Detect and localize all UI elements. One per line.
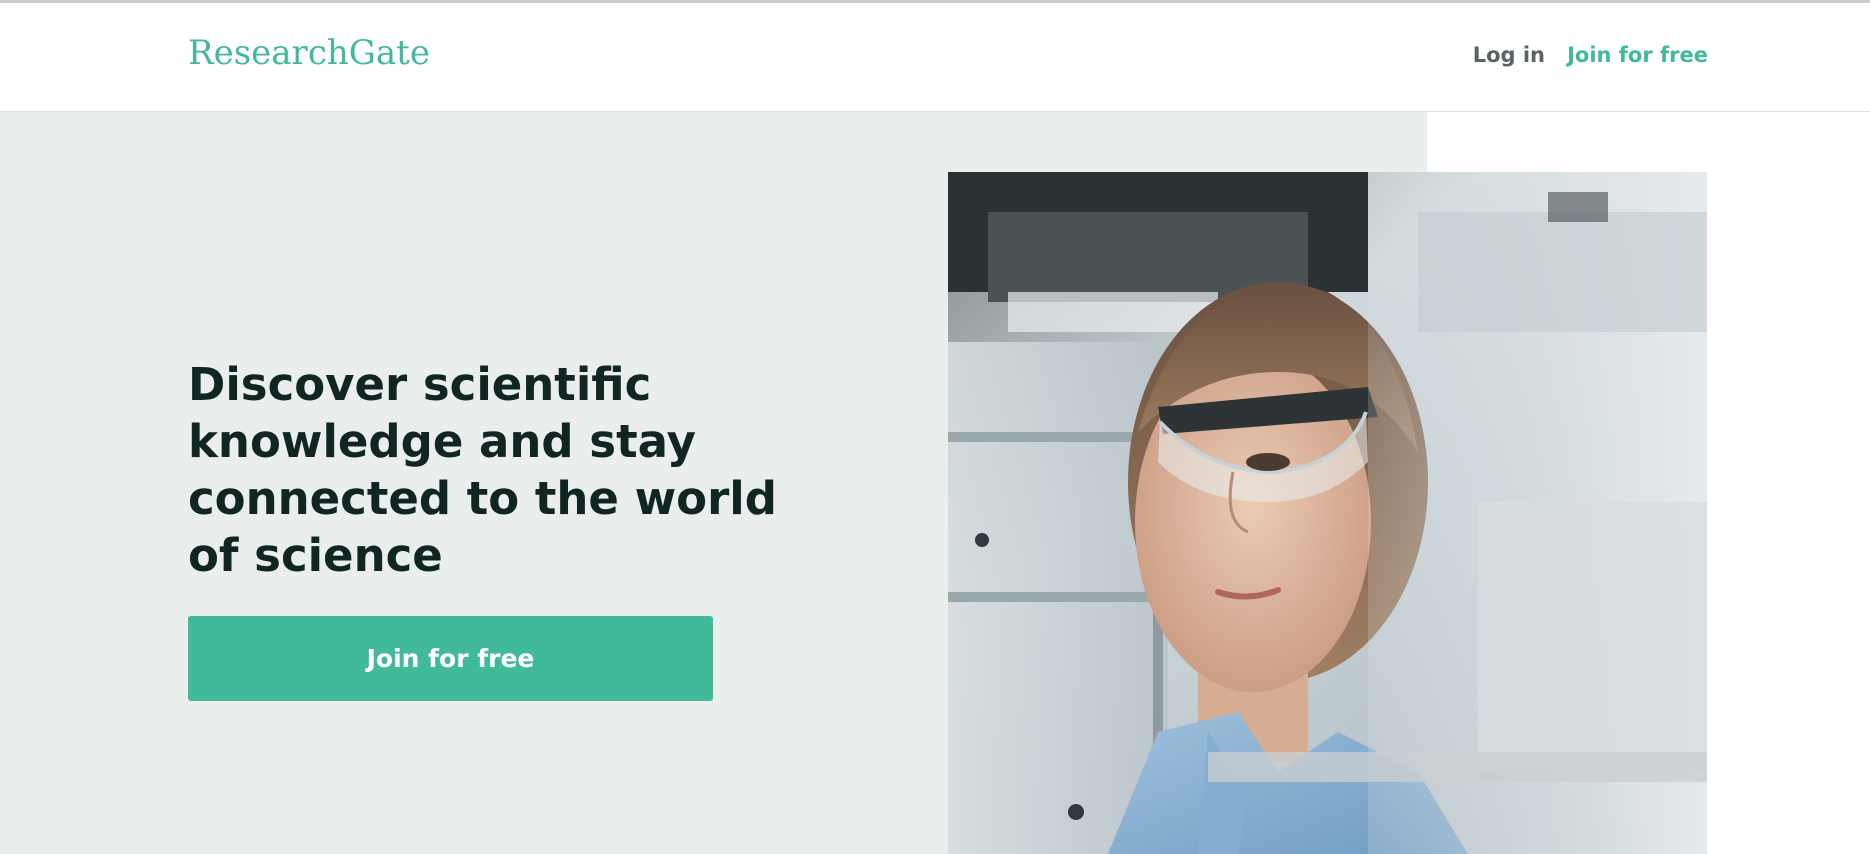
- hero-headline: Discover scientific knowledge and stay c…: [188, 358, 777, 582]
- login-link[interactable]: Log in: [1473, 43, 1545, 67]
- researchgate-logo[interactable]: ResearchGate: [188, 33, 430, 73]
- scientist-photo-illustration: [948, 172, 1707, 854]
- hero-photo: [948, 172, 1707, 854]
- join-for-free-button[interactable]: Join for free: [188, 616, 713, 701]
- join-link[interactable]: Join for free: [1567, 43, 1708, 67]
- site-header: ResearchGate Log in Join for free: [0, 3, 1870, 112]
